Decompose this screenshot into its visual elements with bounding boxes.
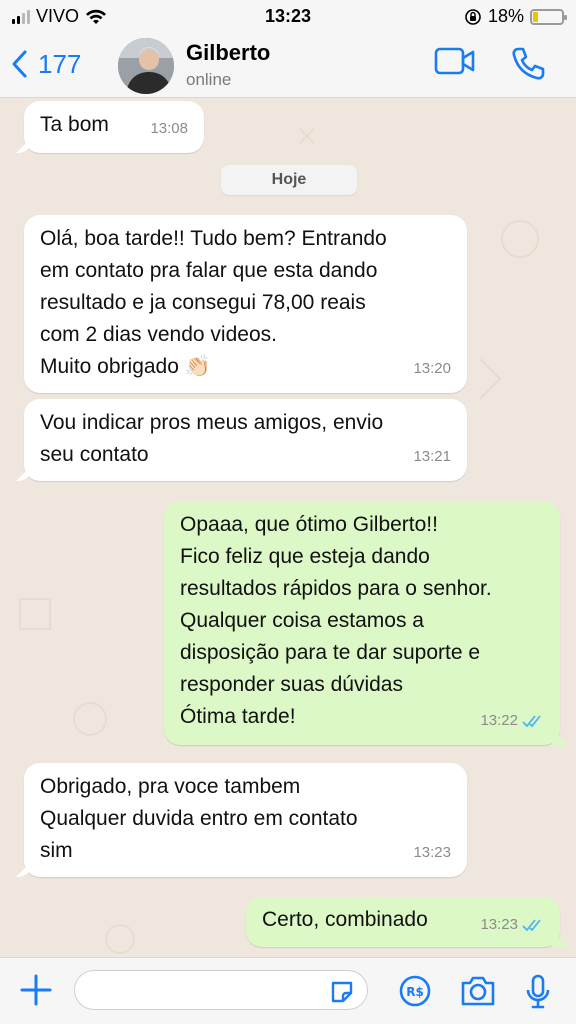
message-text: Fico feliz que esteja dando — [180, 545, 430, 568]
unread-count: 177 — [38, 49, 82, 79]
message-time: 13:22 — [480, 705, 544, 737]
message-text: Obrigado, pra voce tambem — [40, 775, 301, 798]
message-bubble-incoming[interactable]: Vou indicar pros meus amigos, envio seu … — [24, 399, 467, 481]
svg-text:R$: R$ — [406, 985, 424, 999]
chat-header: 177 Gilberto online — [0, 34, 576, 98]
message-text: em contato pra falar que esta dando — [40, 259, 378, 282]
battery-icon — [530, 8, 567, 25]
plus-icon[interactable] — [18, 972, 54, 1008]
message-text: com 2 dias vendo videos. — [40, 323, 277, 346]
message-text: Qualquer duvida entro em contato — [40, 807, 358, 830]
message-text: Qualquer coisa estamos a — [180, 609, 424, 632]
message-time-text: 13:22 — [480, 712, 518, 729]
message-time: 13:23 — [413, 844, 451, 861]
message-input[interactable] — [75, 971, 315, 1009]
battery-percent: 18% — [487, 6, 524, 26]
message-time: 13:08 — [150, 120, 188, 137]
status-bar: VIVO 13:23 18% — [0, 0, 576, 34]
message-text: responder suas dúvidas — [180, 673, 403, 696]
message-text: resultados rápidos para o senhor. — [180, 577, 492, 600]
message-text: sim — [40, 839, 73, 862]
double-check-icon — [522, 715, 541, 728]
message-bubble-incoming[interactable]: Olá, boa tarde!! Tudo bem? Entrando em c… — [24, 215, 467, 393]
double-check-icon — [522, 919, 541, 932]
orientation-lock-icon — [465, 8, 481, 25]
chevron-left-icon — [12, 50, 27, 78]
message-text: Muito obrigado 👏🏻 — [40, 355, 211, 378]
sticker-icon[interactable] — [329, 979, 355, 1005]
message-text: Opaaa, que ótimo Gilberto!! — [180, 513, 438, 536]
message-time: 13:23 — [480, 909, 544, 941]
battery-status: 18% — [464, 6, 567, 27]
message-text: Vou indicar pros meus amigos, envio — [40, 411, 384, 434]
message-bubble-incoming[interactable]: Ta bom 13:08 — [24, 101, 204, 153]
avatar-image — [118, 38, 174, 94]
message-bubble-outgoing[interactable]: Opaaa, que ótimo Gilberto!! Fico feliz q… — [164, 501, 560, 745]
phone-icon[interactable] — [510, 46, 546, 82]
message-time: 13:21 — [413, 448, 451, 465]
date-divider: Hoje — [221, 165, 357, 195]
message-bubble-outgoing[interactable]: Certo, combinado 13:23 — [246, 897, 560, 947]
contact-status: online — [186, 70, 232, 89]
message-text: seu contato — [40, 443, 149, 466]
message-time-text: 13:23 — [480, 916, 518, 933]
avatar[interactable] — [118, 38, 174, 94]
contact-info[interactable]: Gilberto online — [186, 40, 270, 90]
payment-icon[interactable]: R$ — [398, 974, 432, 1008]
message-time: 13:20 — [413, 360, 451, 377]
message-text: disposição para te dar suporte e — [180, 641, 481, 664]
video-camera-icon[interactable] — [434, 46, 476, 76]
chat-area[interactable]: Ta bom 13:08 Hoje Olá, boa tarde!! Tudo … — [0, 99, 576, 957]
camera-icon[interactable] — [459, 974, 497, 1008]
contact-name: Gilberto — [186, 40, 271, 65]
message-text: resultado e ja consegui 78,00 reais — [40, 291, 366, 314]
message-input-wrapper — [74, 970, 368, 1010]
message-text: Olá, boa tarde!! Tudo bem? Entrando — [40, 227, 387, 250]
microphone-icon[interactable] — [524, 974, 552, 1010]
message-bubble-incoming[interactable]: Obrigado, pra voce tambem Qualquer duvid… — [24, 763, 467, 877]
input-bar: R$ — [0, 957, 576, 1024]
back-button[interactable]: 177 — [10, 44, 81, 84]
